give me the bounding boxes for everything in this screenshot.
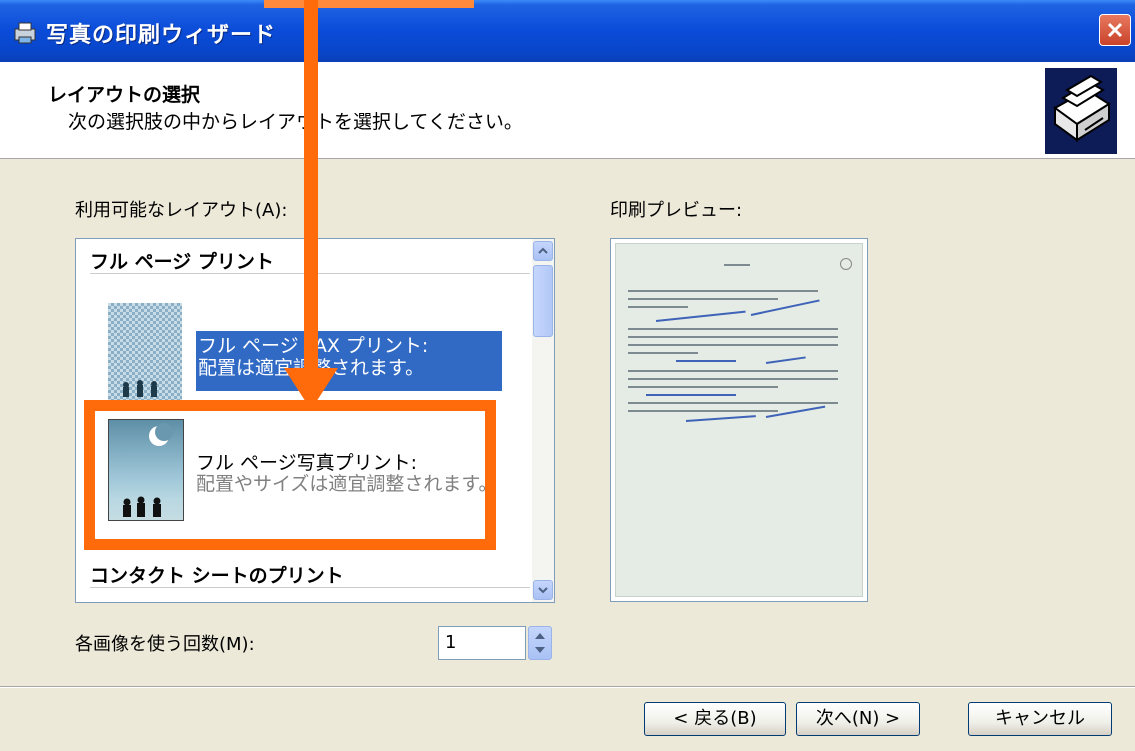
print-wizard-window: 写真の印刷ウィザード レイアウトの選択 次の選択肢の中からレイアウトを選択してく… [0,0,1135,751]
page-title: レイアウトの選択 [48,84,201,106]
chevron-down-icon [538,587,548,594]
scroll-up-button[interactable] [533,241,553,261]
printer-app-icon [12,20,38,46]
preview-page [615,243,863,597]
chevron-up-icon [538,247,548,254]
category-divider [90,587,530,588]
window-title: 写真の印刷ウィザード [46,23,277,48]
vertical-scrollbar[interactable] [532,239,554,602]
annotation-top-bar [264,0,474,8]
preview-label: 印刷プレビュー: [610,200,743,221]
annotation-arrow [304,0,318,372]
scroll-thumb[interactable] [533,265,553,337]
copies-stepper[interactable] [528,626,552,660]
copies-input[interactable]: 1 [438,626,526,660]
layouts-label: 利用可能なレイアウト(A): [75,200,288,221]
printer-wizard-icon [1045,68,1117,154]
next-button[interactable]: 次へ(N) > [796,702,920,736]
back-button[interactable]: < 戻る(B) [644,702,786,736]
cancel-button[interactable]: キャンセル [968,702,1112,736]
copies-label: 各画像を使う回数(M): [75,634,255,655]
scroll-down-button[interactable] [533,580,553,600]
fax-print-thumbnail [108,303,182,403]
footer-divider [0,686,1135,688]
category-header-contact: コンタクト シートのプリント [90,565,344,587]
wizard-header: レイアウトの選択 次の選択肢の中からレイアウトを選択してください。 [0,62,1135,159]
close-button[interactable] [1099,14,1131,46]
page-subtitle: 次の選択肢の中からレイアウトを選択してください。 [68,111,523,133]
category-header: フル ページ プリント [90,251,274,273]
title-bar[interactable]: 写真の印刷ウィザード [0,0,1135,62]
up-down-arrows-icon [535,633,545,653]
print-preview [610,238,868,602]
annotation-highlight-box [84,400,496,550]
close-icon [1107,22,1123,38]
